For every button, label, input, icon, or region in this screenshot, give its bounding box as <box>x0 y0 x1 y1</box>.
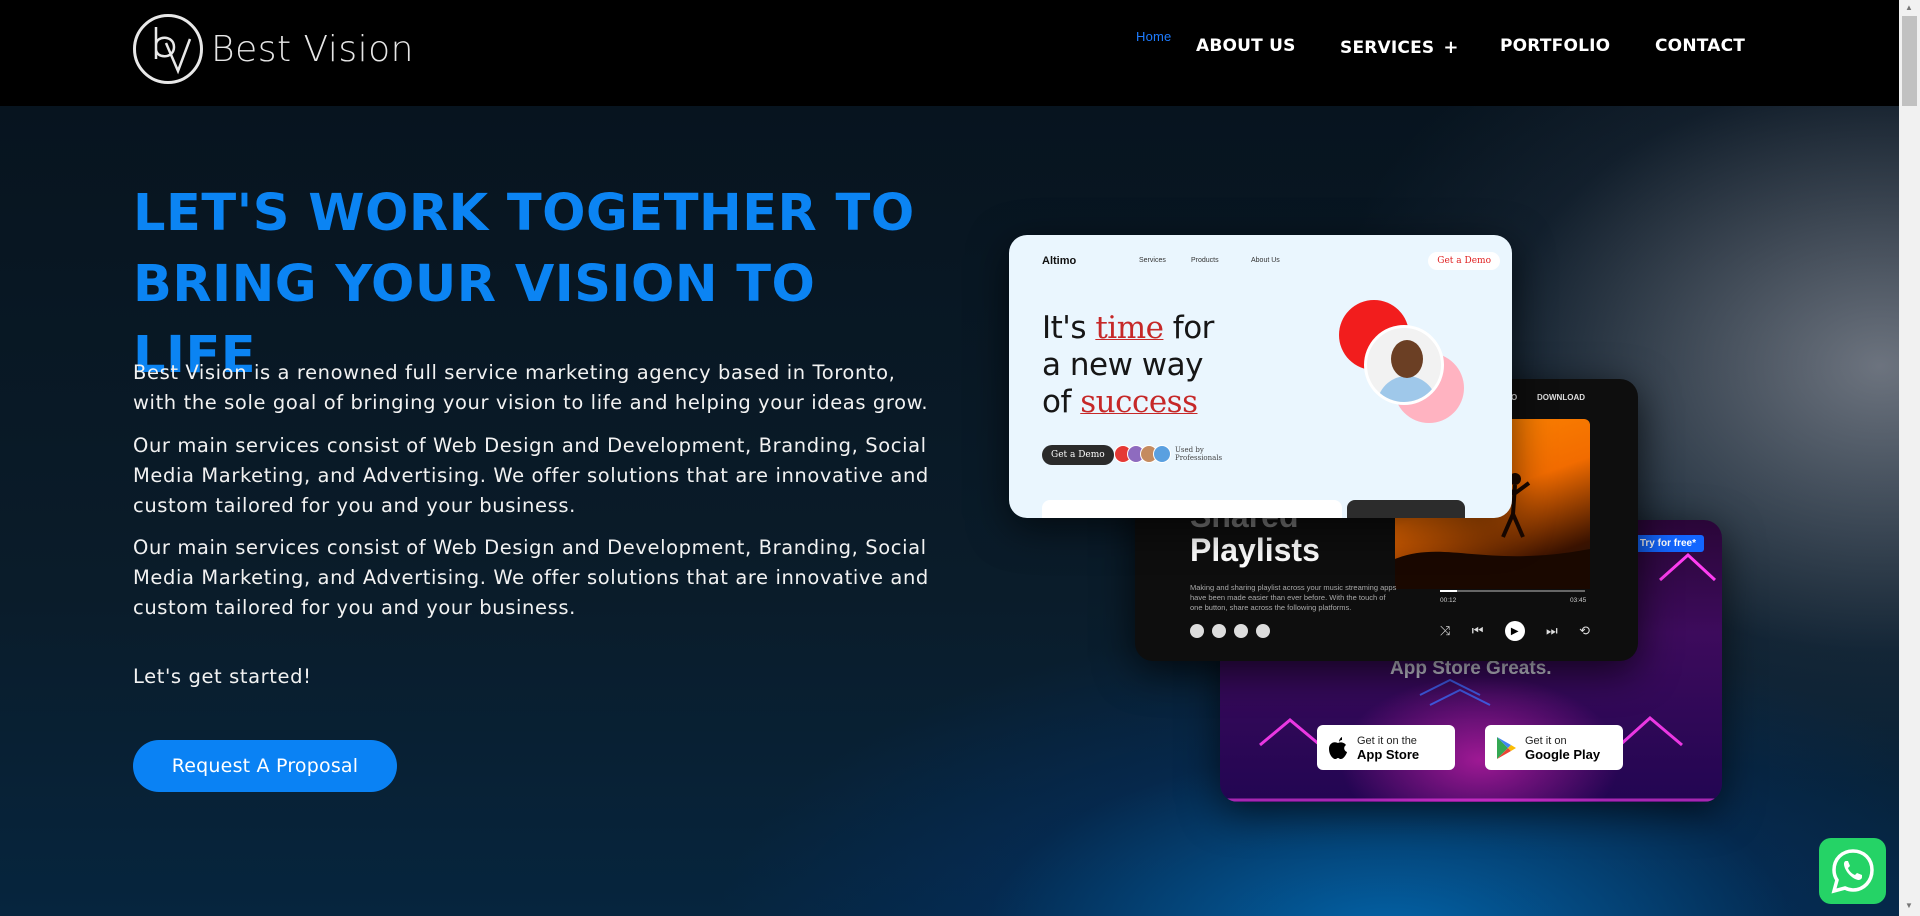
altimo-headline-line2: a new way <box>1042 347 1203 383</box>
previous-icon[interactable]: ⏮ <box>1472 623 1484 639</box>
nav-contact[interactable]: CONTACT <box>1655 36 1745 56</box>
site-header: Best Vision Home ABOUT US SERVICES + PORT… <box>0 0 1899 106</box>
nav-about-us[interactable]: ABOUT US <box>1196 36 1296 56</box>
google-play-icon <box>1497 736 1516 759</box>
page-scrollbar[interactable]: ▲ ▼ <box>1899 0 1920 916</box>
playback-progress[interactable] <box>1440 590 1585 592</box>
whatsapp-icon <box>1831 849 1874 894</box>
appstore-subheading: App Store Greats. <box>1390 658 1552 679</box>
closing-text: Let's get started! <box>133 665 312 688</box>
app-store-badge[interactable]: Get it on the App Store <box>1317 725 1455 770</box>
altimo-nav-about[interactable]: About Us <box>1251 257 1280 264</box>
repeat-icon[interactable]: ⟲ <box>1579 623 1590 639</box>
google-play-big-text: Google Play <box>1525 746 1601 762</box>
altimo-get-demo-button[interactable]: Get a Demo <box>1042 445 1114 465</box>
podcasts-icon[interactable] <box>1234 624 1248 638</box>
intro-paragraph: Best Vision is a renowned full service m… <box>133 361 929 414</box>
used-by-text: Used by Professionals <box>1175 446 1222 462</box>
scroll-thumb[interactable] <box>1902 16 1917 106</box>
brand-name: Best Vision <box>211 28 414 70</box>
customer-avatars <box>1114 445 1171 463</box>
app-store-small-text: Get it on the <box>1357 734 1417 747</box>
playback-progress-fill <box>1440 590 1458 592</box>
altimo-nav-services[interactable]: Services <box>1139 257 1166 264</box>
nav-services[interactable]: SERVICES + <box>1340 37 1459 58</box>
site-logo[interactable]: Best Vision <box>133 14 414 84</box>
whatsapp-button[interactable] <box>1819 838 1886 904</box>
google-play-badge[interactable]: Get it on Google Play <box>1485 725 1623 770</box>
spotify-icon[interactable] <box>1212 624 1226 638</box>
altimo-bottom-panel <box>1042 500 1342 518</box>
youtube-music-icon[interactable] <box>1256 624 1270 638</box>
play-icon[interactable]: ▶ <box>1504 621 1525 641</box>
services-paragraph-repeat: Our main services consist of Web Design … <box>133 536 929 619</box>
altimo-logo: Altimo <box>1042 255 1077 267</box>
apple-icon <box>1329 736 1347 759</box>
playback-controls: ⤨ ⏮ ▶ ⏭ ⟲ <box>1440 621 1590 641</box>
nav-home[interactable]: Home <box>1136 29 1171 44</box>
altimo-headline-part: of <box>1042 384 1081 420</box>
services-paragraph: Our main services consist of Web Design … <box>133 434 929 517</box>
altimo-bottom-panel-dark <box>1347 500 1465 518</box>
expand-plus-icon[interactable]: + <box>1443 37 1458 58</box>
altimo-headline-part: for <box>1163 310 1215 346</box>
used-by-line-1: Used by <box>1175 446 1204 454</box>
person-avatar <box>1364 325 1444 405</box>
google-play-small-text: Get it on <box>1525 734 1567 747</box>
time-total: 03:45 <box>1570 597 1587 604</box>
playlists-title-bottom: Playlists <box>1190 532 1320 568</box>
altimo-headline-part: It's <box>1042 310 1096 346</box>
altimo-get-demo-top[interactable]: Get a Demo <box>1428 252 1500 270</box>
headline-line-1: LET'S WORK TOGETHER TO <box>133 184 915 243</box>
bv-monogram-icon <box>133 14 203 84</box>
altimo-headline: It's time for a new way of success <box>1042 310 1214 421</box>
apple-music-icon[interactable] <box>1190 624 1204 638</box>
next-icon[interactable]: ⏭ <box>1546 623 1558 639</box>
shuffle-icon[interactable]: ⤨ <box>1440 623 1450 639</box>
playlists-nav-download: DOWNLOAD <box>1537 393 1585 402</box>
altimo-headline-accent: success <box>1080 384 1198 420</box>
nav-portfolio[interactable]: PORTFOLIO <box>1500 36 1610 56</box>
mockup-altimo-card: Altimo Services Products About Us Get a … <box>1009 235 1512 518</box>
time-elapsed: 00:12 <box>1440 597 1457 604</box>
request-proposal-button[interactable]: Request A Proposal <box>133 740 397 792</box>
altimo-nav-products[interactable]: Products <box>1191 257 1219 264</box>
altimo-headline-accent: time <box>1095 310 1164 346</box>
nav-services-label: SERVICES <box>1340 38 1435 58</box>
scroll-down-arrow-icon[interactable]: ▼ <box>1905 901 1913 910</box>
used-by-line-2: Professionals <box>1175 454 1223 462</box>
platform-icons <box>1190 624 1270 638</box>
playlists-description: Making and sharing playlist across your … <box>1190 583 1397 612</box>
app-store-big-text: App Store <box>1357 746 1420 762</box>
try-for-free-button[interactable]: Try for free* <box>1631 535 1704 552</box>
scroll-up-arrow-icon[interactable]: ▲ <box>1905 3 1913 12</box>
avatar <box>1153 445 1171 463</box>
